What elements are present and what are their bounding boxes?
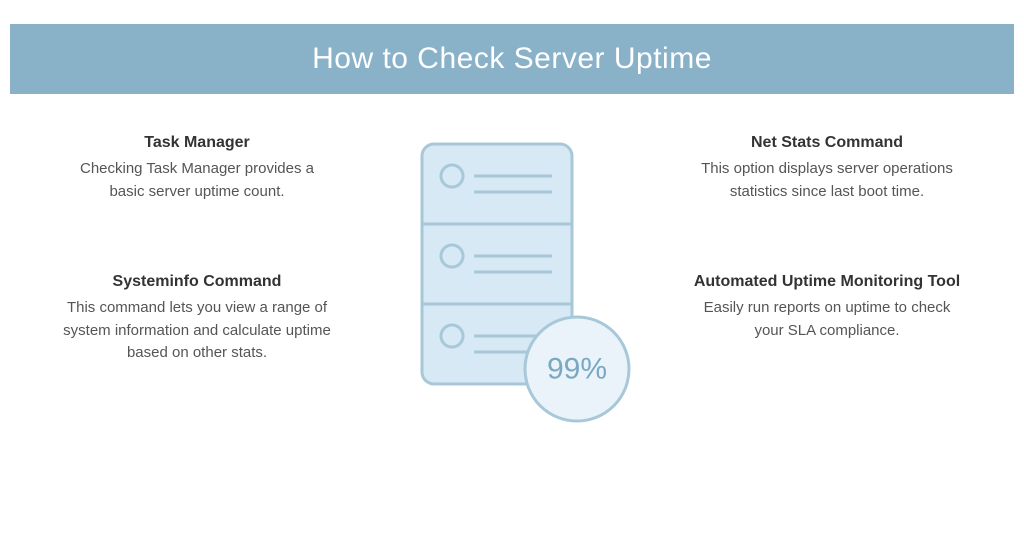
heading-automated-tool: Automated Uptime Monitoring Tool <box>692 273 962 291</box>
heading-systeminfo: Systeminfo Command <box>62 273 332 291</box>
block-systeminfo: Systeminfo Command This command lets you… <box>52 273 342 365</box>
body-net-stats: This option displays server operations s… <box>692 158 962 203</box>
server-icon: 99% <box>372 134 652 434</box>
block-task-manager: Task Manager Checking Task Manager provi… <box>52 134 342 203</box>
heading-net-stats: Net Stats Command <box>692 134 962 152</box>
body-task-manager: Checking Task Manager provides a basic s… <box>62 158 332 203</box>
block-automated-tool: Automated Uptime Monitoring Tool Easily … <box>682 273 972 342</box>
uptime-badge-text: 99% <box>547 353 607 386</box>
right-column: Net Stats Command This option displays s… <box>682 134 972 342</box>
heading-task-manager: Task Manager <box>62 134 332 152</box>
block-net-stats: Net Stats Command This option displays s… <box>682 134 972 203</box>
body-systeminfo: This command lets you view a range of sy… <box>62 297 332 365</box>
left-column: Task Manager Checking Task Manager provi… <box>52 134 342 365</box>
page-title: How to Check Server Uptime <box>312 42 712 76</box>
content-row: Task Manager Checking Task Manager provi… <box>0 94 1024 434</box>
page-title-banner: How to Check Server Uptime <box>10 24 1014 94</box>
server-graphic: 99% <box>352 134 672 434</box>
body-automated-tool: Easily run reports on uptime to check yo… <box>692 297 962 342</box>
